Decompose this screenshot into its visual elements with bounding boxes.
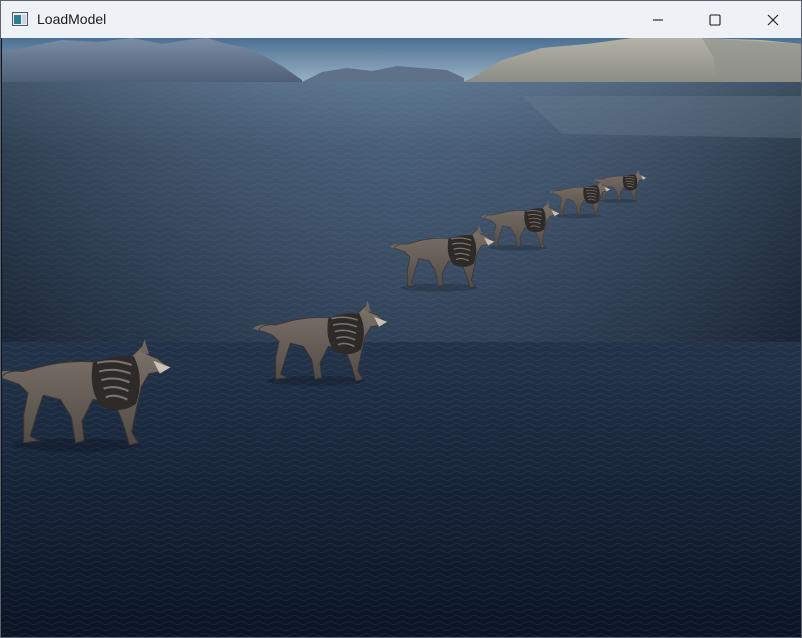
app-window: LoadModel [0,0,802,638]
maximize-icon [708,13,721,26]
close-button[interactable] [744,1,801,38]
minimize-icon [652,18,663,21]
scene-canvas [2,38,801,637]
maximize-button[interactable] [686,1,743,38]
minimize-button[interactable] [629,1,686,38]
title-bar[interactable]: LoadModel [1,1,801,38]
window-title: LoadModel [37,11,107,27]
close-icon [767,14,778,25]
app-icon [12,12,28,26]
render-viewport[interactable] [2,38,801,637]
